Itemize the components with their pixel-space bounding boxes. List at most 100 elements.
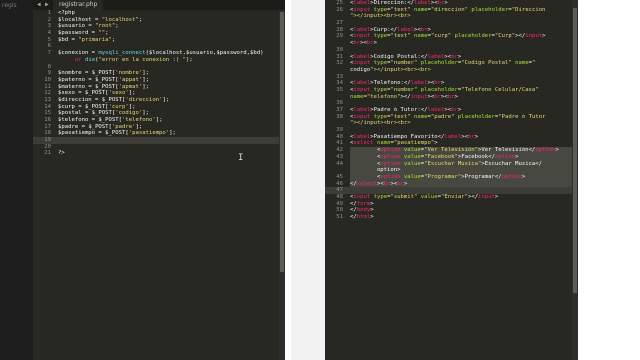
code-line[interactable]: 30 [325,47,578,54]
code-line[interactable]: 2 $localhost = "localhost"; [33,17,285,24]
code-line[interactable]: 36 [325,100,578,107]
tab-registrar-php[interactable]: registrar.php [53,0,104,10]
tab-scroll-left-icon[interactable]: ◀ [37,0,41,10]
code-text: <label>Padre ó Tutor:</label><br> [350,107,462,113]
code-text: <input type="submit" value="Enviar"></in… [350,193,499,200]
code-line[interactable]: 12 $sexo = $_POST['sexo']; [33,90,285,97]
code-line[interactable]: 9 $nombre = $_POST['nombre']; [33,70,285,77]
code-line[interactable]: 34 <label>Telefono:</label><br> [325,80,578,87]
code-line[interactable]: 26 <input type="text" name="direccion" pl… [325,7,578,14]
code-line[interactable]: 50 </body> [325,207,578,214]
code-line[interactable]: 17 $padre = $_POST['padre']; [33,124,285,131]
code-line[interactable]: 51 </html> [325,214,578,221]
code-text: </html> [350,214,374,220]
code-text: option> [350,167,578,174]
code-line[interactable]: 38 <input type="text" name="padre" placeh… [325,114,578,121]
code-line[interactable]: <br><br> [325,40,578,47]
code-line[interactable]: 13 $direccion = $_POST['direccion']; [33,97,285,104]
code-text: <option value="Escuchar Musica">Escuchar… [350,160,578,168]
code-line[interactable]: 14 $curp = $_POST['curp']; [33,104,285,111]
code-line[interactable]: 39 [325,127,578,134]
code-text: codigo"></input><br><br> [350,66,431,73]
code-line[interactable]: 19 [33,137,285,144]
code-text: <label>Pasatiempo Favorito</label><br> [350,133,479,140]
code-text: <input type="text" name="curp" placehold… [350,33,546,40]
code-line[interactable]: 18 $pasatiempo = $_POST['pasatiempo']; [33,130,285,137]
code-text: <input type="number" placeholder="Codigo… [350,60,536,67]
code-text: <option value="Facebook">Facebook</optio… [350,153,578,161]
code-line[interactable]: 47 [325,187,578,194]
code-text: $nombre = $_POST['nombre']; [58,70,149,77]
code-line[interactable]: 11 $materno = $_POST['apmat']; [33,84,285,91]
code-text: <label>Curp:</label><br> [350,26,431,33]
line-number: 5 [47,36,51,43]
right-scrollbar-thumb[interactable] [573,8,577,293]
code-line[interactable]: 43 <option value="Facebook">Facebook</op… [325,153,578,161]
code-line[interactable]: 37 <label>Padre ó Tutor:</label><br> [325,107,578,114]
code-text: ?> [58,150,65,157]
left-scrollbar[interactable] [279,10,285,360]
code-line[interactable]: 29 <input type="text" name="curp" placeho… [325,33,578,40]
code-line[interactable]: "></input><br><br> [325,13,578,20]
code-line[interactable]: 7 $conexion = mysqli_connect($localhost,$… [33,50,285,57]
line-number: 29 [336,33,343,40]
code-line[interactable]: 20 [33,144,285,151]
code-line[interactable]: 8 [33,64,285,71]
code-line[interactable]: codigo"></input><br><br> [325,67,578,74]
code-line[interactable]: 1 <?php [33,10,285,17]
code-text: $password = ""; [58,30,109,37]
code-line[interactable]: 6 [33,43,285,50]
code-line[interactable]: 16 $telefono = $_POST['telefono']; [33,117,285,124]
code-text: "></input><br><br> [350,120,411,127]
code-line[interactable]: 48 <input type="submit" value="Enviar"></… [325,194,578,201]
code-line[interactable]: 28 <label>Curp:</label><br> [325,27,578,34]
code-line[interactable]: 27 [325,20,578,27]
code-text: $usuario = "root"; [58,23,119,30]
code-line[interactable]: 21 ?> [33,150,285,157]
code-line[interactable]: 41 <select name="pasatiempo"> [325,140,578,147]
code-line[interactable]: or die("error en la conexion :( "); [33,57,285,64]
right-window-edge [578,0,640,360]
code-line[interactable]: 5 $bd = "primaria"; [33,37,285,44]
code-line[interactable]: 4 $password = ""; [33,30,285,37]
tab-scroll-right-icon[interactable]: ▶ [45,0,49,10]
code-line[interactable]: 15 $postal = $_POST['codigo']; [33,110,285,117]
code-line[interactable]: 33 [325,74,578,81]
code-line[interactable]: 45 <option value="Programar">Programar</… [325,173,578,181]
code-text: <br><br> [350,40,377,47]
code-line[interactable]: "></input><br><br> [325,120,578,127]
line-number: 30 [336,46,343,53]
line-number: 19 [44,137,51,144]
line-number: 25 [336,0,343,6]
line-number: 31 [336,53,343,60]
right-code-area[interactable]: 25 <label>Direccion:</label><br> 26 <input … [325,0,578,221]
code-line[interactable]: 10 $paterno = $_POST['appat']; [33,77,285,84]
code-line[interactable]: 42 <option value="Ver Televisión">Ver Te… [325,147,578,154]
code-line[interactable]: 35 <input type="number" placeholder="Tele… [325,87,578,94]
line-number: 28 [336,26,343,33]
right-window-chrome-left [291,0,325,360]
code-text: $conexion = mysqli_connect($localhost,$u… [58,50,264,57]
right-scrollbar[interactable] [572,0,578,360]
code-text: $bd = "primaria"; [58,36,116,43]
left-scrollbar-thumb[interactable] [280,12,284,272]
code-text: <input type="text" name="padre" placehol… [350,113,546,120]
left-editor-pane[interactable]: ◀ ▶ registrar.php 1 <?php 2 $localhost = "l… [33,0,285,360]
code-line[interactable]: option> [325,167,578,174]
right-editor-pane[interactable]: 25 <label>Direccion:</label><br> 26 <input … [325,0,578,360]
line-number: 35 [336,86,343,93]
code-line[interactable]: 3 $usuario = "root"; [33,23,285,30]
code-line[interactable]: 49 </form> [325,201,578,208]
line-number: 45 [336,173,343,180]
code-text: <option value="Ver Televisión">Ver Telev… [350,147,578,154]
code-line[interactable]: 32 <input type="number" placeholder="Codi… [325,60,578,67]
code-line[interactable]: 44 <option value="Escuchar Musica">Escuc… [325,160,578,168]
code-line[interactable]: 46 </select><br><br> [325,180,578,188]
code-line[interactable]: 40 <label>Pasatiempo Favorito</label><br> [325,134,578,141]
code-line[interactable]: 25 <label>Direccion:</label><br> [325,0,578,7]
code-line[interactable]: 31 <label>Codigo Postal:</label><br> [325,54,578,61]
code-text: or die("error en la conexion :( "); [74,56,193,63]
code-line[interactable]: name="telefono"></input><br><br> [325,94,578,101]
line-number: 11 [44,83,51,90]
left-code-area[interactable]: 1 <?php 2 $localhost = "localhost"; 3 $usuari… [33,10,285,157]
